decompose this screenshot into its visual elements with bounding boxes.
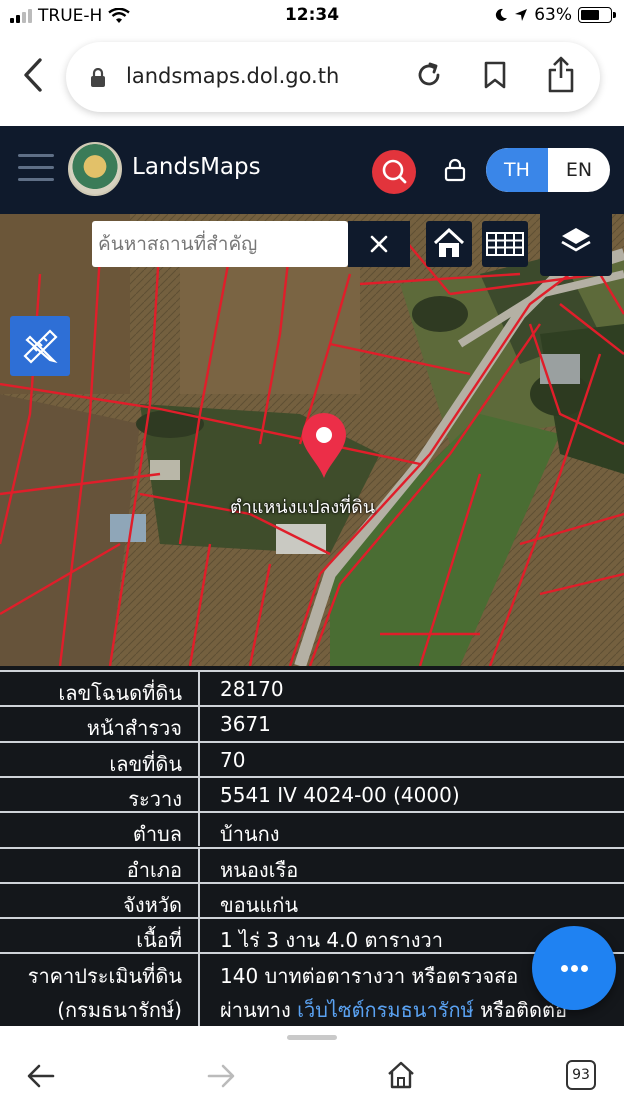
measure-tool-button[interactable] <box>10 316 70 376</box>
info-label: หน้าสำรวจ <box>86 716 182 741</box>
department-logo <box>68 142 122 196</box>
price-prefix: ผ่านทาง <box>220 998 298 1023</box>
parcel-label: ตำแหน่งแปลงที่ดิน <box>230 497 376 518</box>
info-row: เลขโฉนดที่ดิน 28170 <box>0 670 624 706</box>
back-arrow-icon[interactable] <box>26 1062 56 1090</box>
home-view-button[interactable] <box>426 221 472 267</box>
location-pin-icon[interactable] <box>298 410 350 480</box>
info-label: เลขโฉนดที่ดิน <box>58 681 182 705</box>
info-label: เลขที่ดิน <box>109 751 182 776</box>
column-divider <box>198 742 200 776</box>
parcel-info-panel: เลขโฉนดที่ดิน 28170 หน้าสำรวจ 3671 เลขที่ดิน… <box>0 666 624 1026</box>
moon-icon <box>496 8 508 21</box>
app-header: LandsMaps TH EN <box>0 126 624 214</box>
place-search-input[interactable] <box>92 221 332 267</box>
home-icon <box>433 227 465 257</box>
forward-arrow-icon[interactable] <box>206 1062 236 1090</box>
login-lock-icon[interactable] <box>444 158 466 182</box>
price-label-line2: (กรมธนารักษ์) <box>57 998 182 1023</box>
info-row: ระวาง 5541 IV 4024-00 (4000) <box>0 775 624 812</box>
lang-th-button[interactable]: TH <box>486 148 548 192</box>
info-row-price: ราคาประเมินที่ดิน (กรมธนารักษ์) 140 บาทต่อ… <box>0 952 624 1026</box>
info-value: 3671 <box>220 712 271 737</box>
info-row: จังหวัด ขอนแก่น <box>0 881 624 918</box>
more-options-button[interactable] <box>532 926 616 1010</box>
address-bar[interactable]: landsmaps.dol.go.th <box>66 42 600 112</box>
info-label: เนื้อที่ <box>136 928 182 953</box>
search-icon <box>382 159 407 184</box>
info-row: หน้าสำรวจ 3671 <box>0 705 624 741</box>
treasury-website-link[interactable]: เว็บไซต์กรมธนารักษ์ <box>297 998 474 1022</box>
back-icon[interactable] <box>18 56 48 94</box>
info-value: บ้านกง <box>220 822 280 847</box>
column-divider <box>198 672 200 706</box>
column-divider <box>198 919 200 953</box>
column-divider <box>198 848 200 882</box>
app-title: LandsMaps <box>132 154 261 180</box>
close-icon <box>370 235 388 253</box>
column-divider <box>198 707 200 741</box>
info-label: ตำบล <box>132 822 182 847</box>
clear-search-button[interactable] <box>348 221 410 267</box>
status-bar: TRUE-H 12:34 63% <box>0 0 624 32</box>
info-value: 5541 IV 4024-00 (4000) <box>220 782 460 807</box>
menu-icon[interactable] <box>18 154 54 184</box>
tabs-count-button[interactable]: 93 <box>566 1060 596 1090</box>
info-label: อำเภอ <box>126 857 182 882</box>
info-value: ขอนแก่น <box>220 892 299 917</box>
column-divider <box>198 954 200 1026</box>
home-nav-icon[interactable] <box>386 1060 416 1090</box>
info-value: 70 <box>220 747 246 772</box>
map-view[interactable]: ตำแหน่งแปลงที่ดิน <box>0 214 624 666</box>
layers-icon <box>561 228 591 252</box>
location-icon <box>515 9 528 21</box>
battery-percent: 63% <box>534 5 572 25</box>
drag-handle[interactable] <box>287 1035 337 1040</box>
info-value: 28170 <box>220 677 284 701</box>
url-text[interactable]: landsmaps.dol.go.th <box>126 64 339 88</box>
battery-icon <box>578 7 616 23</box>
info-row: อำเภอ หนองเรือ <box>0 846 624 882</box>
lock-icon <box>91 68 105 87</box>
share-icon[interactable] <box>546 56 576 94</box>
lang-en-button[interactable]: EN <box>548 148 610 192</box>
layers-button[interactable] <box>540 214 612 276</box>
place-search-box <box>92 221 348 267</box>
grid-icon <box>486 232 524 256</box>
info-row: เนื้อที่ 1 ไร่ 3 งาน 4.0 ตารางวา <box>0 917 624 953</box>
grid-sheet-button[interactable] <box>482 221 528 267</box>
ruler-pencil-icon <box>23 329 58 364</box>
info-row: ตำบล บ้านกง <box>0 811 624 847</box>
browser-toolbar: landsmaps.dol.go.th <box>0 32 624 126</box>
info-row: เลขที่ดิน 70 <box>0 740 624 776</box>
reload-icon[interactable] <box>414 60 444 90</box>
info-value: หนองเรือ <box>220 857 299 882</box>
info-label: จังหวัด <box>123 892 182 917</box>
bookmark-icon[interactable] <box>482 60 508 90</box>
column-divider <box>198 777 200 812</box>
column-divider <box>198 883 200 918</box>
header-search-button[interactable] <box>372 150 416 194</box>
info-label: ระวาง <box>128 786 182 811</box>
price-label-line1: ราคาประเมินที่ดิน <box>27 964 182 989</box>
language-toggle: TH EN <box>486 148 610 192</box>
column-divider <box>198 813 200 847</box>
browser-bottom-bar: 93 <box>0 1026 624 1110</box>
